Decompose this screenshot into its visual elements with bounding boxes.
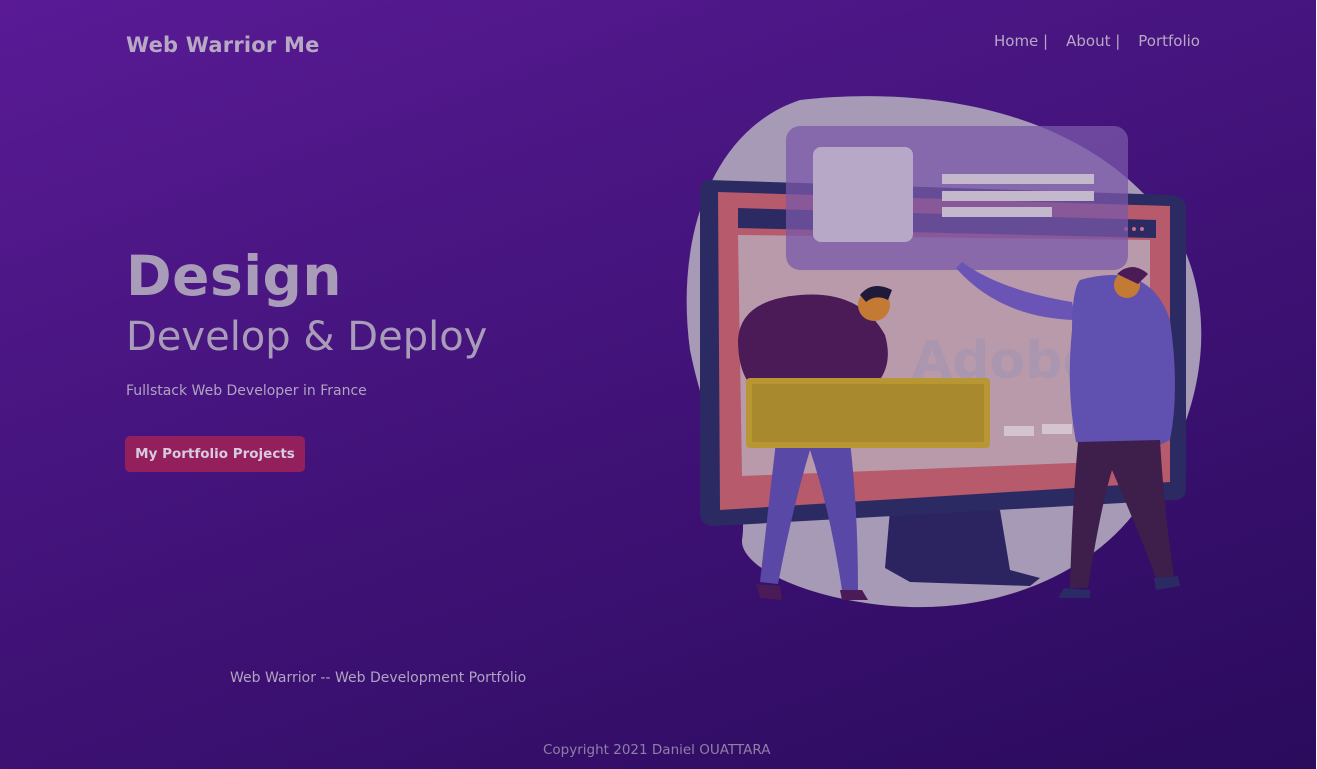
- main-nav: Home | About | Portfolio: [994, 32, 1200, 50]
- hero-title: Design: [126, 244, 343, 308]
- window-dot-icon: [1140, 227, 1144, 231]
- floating-window-line: [942, 174, 1094, 184]
- nav-item-portfolio[interactable]: Portfolio: [1138, 32, 1200, 50]
- person-right-body: [1069, 275, 1175, 452]
- person-right-shoe: [1058, 588, 1090, 598]
- floating-window-line: [942, 207, 1052, 217]
- floating-window-line: [942, 191, 1094, 201]
- page: Web Warrior Me Home | About | Portfolio …: [0, 0, 1316, 769]
- portfolio-projects-button[interactable]: My Portfolio Projects: [125, 436, 305, 472]
- nav-item-home[interactable]: Home |: [994, 32, 1048, 50]
- hero-illustration: Adobe: [686, 96, 1202, 608]
- hero-description: Fullstack Web Developer in France: [126, 383, 367, 399]
- person-left-shoe: [756, 584, 782, 600]
- brand-logo[interactable]: Web Warrior Me: [126, 33, 320, 57]
- screen-widget: [1004, 426, 1034, 436]
- hero-subtitle: Develop & Deploy: [126, 314, 488, 360]
- window-dot-icon: [1132, 227, 1136, 231]
- floating-window-image: [813, 147, 913, 242]
- screen-widget: [1042, 424, 1072, 434]
- yellow-board-face: [752, 384, 984, 442]
- copyright-text: Copyright 2021 Daniel OUATTARA: [543, 742, 771, 758]
- nav-item-about[interactable]: About |: [1066, 32, 1120, 50]
- person-right-shoe: [1154, 576, 1180, 590]
- footer-title: Web Warrior -- Web Development Portfolio: [230, 670, 527, 686]
